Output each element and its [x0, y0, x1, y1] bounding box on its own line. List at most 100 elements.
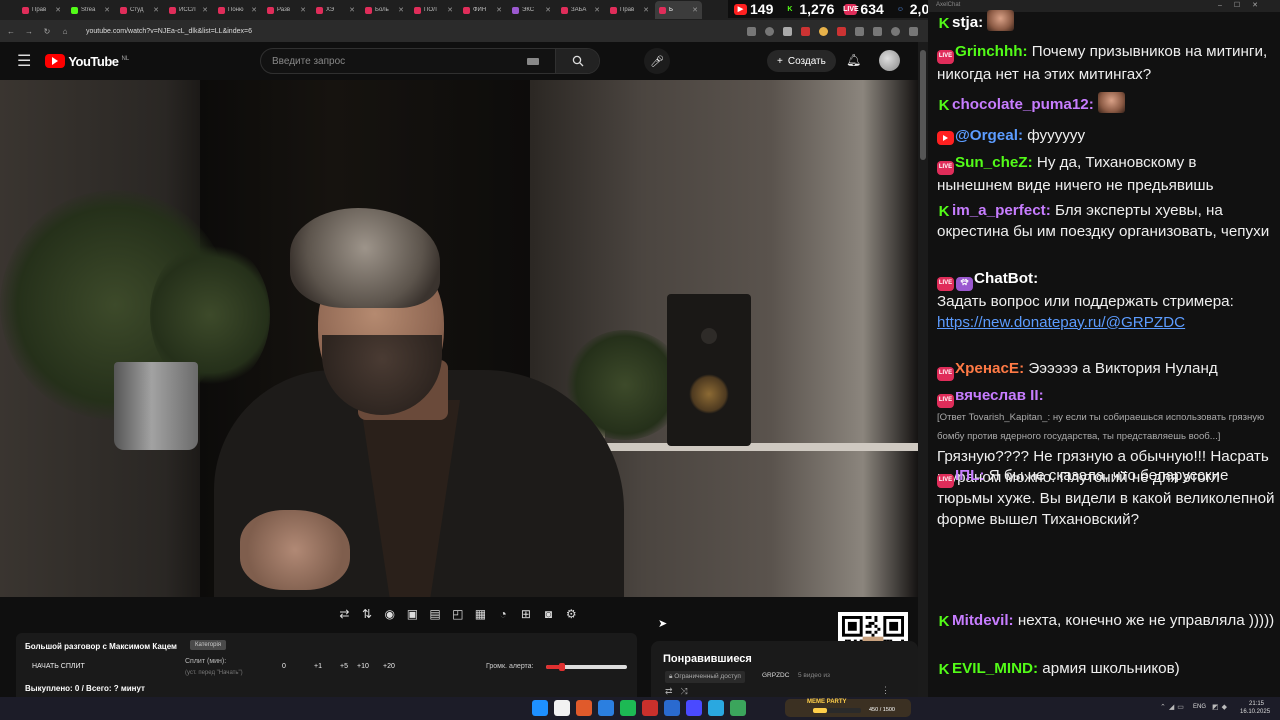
cinema-mode-icon[interactable]: ▦ [469, 603, 492, 625]
browser-tab[interactable]: ПОЛ ✕ [410, 1, 457, 19]
search-input[interactable] [272, 55, 527, 67]
browser-tab[interactable]: ЗАБА ✕ [557, 1, 604, 19]
create-button[interactable]: + Создать [767, 50, 836, 72]
tab-close-icon[interactable]: ✕ [643, 6, 649, 14]
sort-icon[interactable]: ⇅ [356, 603, 379, 625]
youtube-logo[interactable]: YouTube NL [45, 54, 129, 69]
window-controls[interactable]: –☐✕ [1218, 1, 1270, 9]
chat-username[interactable]: im_a_perfect [952, 202, 1046, 219]
reload-icon[interactable]: ↻ [42, 27, 52, 36]
settings-gear-icon[interactable]: ⚙ [560, 603, 583, 625]
menu-dots-icon[interactable] [909, 26, 918, 36]
tab-close-icon[interactable]: ✕ [55, 6, 61, 14]
chat-username[interactable]: вячеслав II [955, 387, 1039, 404]
chat-username[interactable]: chocolate_puma12 [952, 96, 1089, 113]
split-value[interactable]: 0 [282, 663, 286, 670]
tab-close-icon[interactable]: ✕ [104, 6, 110, 14]
more-options-icon[interactable]: ⋮ [881, 685, 890, 696]
tab-close-icon[interactable]: ✕ [496, 6, 502, 14]
hamburger-menu-icon[interactable]: ☰ [17, 51, 31, 71]
tray-icons[interactable]: ⌃◢▭ [1160, 703, 1187, 711]
tab-close-icon[interactable]: ✕ [153, 6, 159, 14]
tab-close-icon[interactable]: ✕ [594, 6, 600, 14]
split-add-20-button[interactable]: +20 [383, 663, 395, 670]
taskbar-app-icon[interactable] [730, 700, 746, 716]
browser-tab[interactable]: Студ ✕ [116, 1, 163, 19]
tray-status-icons[interactable]: ◩◆ [1212, 703, 1230, 711]
playlist-icon[interactable]: ▤ [424, 603, 447, 625]
taskbar-app-icon[interactable] [664, 700, 680, 716]
screenshot-icon[interactable]: ▣ [401, 603, 424, 625]
meme-party-widget[interactable]: MEME PARTY 450 / 1500 [785, 699, 911, 717]
extension-icon[interactable] [801, 26, 810, 36]
download-icon[interactable] [873, 26, 882, 36]
back-icon[interactable]: ← [6, 27, 16, 36]
video-player[interactable] [0, 80, 918, 597]
chat-username[interactable]: Grinchhh [955, 43, 1023, 60]
taskbar-app-icon[interactable] [576, 700, 592, 716]
shuffle-icon[interactable]: ⤨ [681, 686, 696, 696]
camera-icon[interactable]: ◙ [537, 603, 560, 625]
chat-username[interactable]: IПL [955, 467, 979, 484]
split-add-1-button[interactable]: +1 [314, 663, 322, 670]
taskbar-app-icon[interactable] [620, 700, 636, 716]
tab-close-icon[interactable]: ✕ [251, 6, 257, 14]
zoom-icon[interactable] [765, 26, 774, 36]
repeat-icon[interactable]: ⇄ [665, 686, 681, 696]
keyboard-icon[interactable] [527, 57, 539, 65]
add-icon[interactable]: ⊞ [515, 603, 538, 625]
page-scrollbar[interactable] [918, 42, 928, 697]
alert-volume-thumb[interactable] [559, 663, 566, 671]
taskbar-app-icon[interactable] [686, 700, 702, 716]
liked-playlist-title[interactable]: Понравившиеся [663, 653, 752, 665]
bookmark-star-icon[interactable] [783, 26, 792, 36]
profile-icon[interactable] [891, 26, 900, 36]
tab-close-icon[interactable]: ✕ [447, 6, 453, 14]
tab-close-icon[interactable]: ✕ [349, 6, 355, 14]
scrollbar-thumb[interactable] [920, 50, 926, 160]
taskbar-app-icon[interactable] [598, 700, 614, 716]
browser-tab[interactable]: Прав ✕ [606, 1, 653, 19]
input-language[interactable]: ENG [1193, 704, 1206, 710]
url-field[interactable]: youtube.com/watch?v=NJEa-cL_dlk&list=LL&… [86, 28, 739, 35]
start-split-button[interactable]: НАЧАТЬ СПЛИТ [32, 663, 85, 670]
taskbar-app-icon[interactable] [532, 700, 548, 716]
chat-username[interactable]: Sun_cheZ [955, 154, 1028, 171]
tab-close-icon[interactable]: ✕ [692, 6, 698, 14]
browser-tab[interactable]: Поню ✕ [214, 1, 261, 19]
taskbar-app-icon[interactable] [642, 700, 658, 716]
tab-close-icon[interactable]: ✕ [545, 6, 551, 14]
browser-tab[interactable]: ИССЛ ✕ [165, 1, 212, 19]
avatar[interactable] [879, 50, 900, 71]
tab-close-icon[interactable]: ✕ [202, 6, 208, 14]
chat-username[interactable]: EVIL_MIND [952, 660, 1033, 677]
search-button[interactable] [555, 49, 599, 73]
chat-username[interactable]: @Orgeal [955, 127, 1018, 144]
clock[interactable]: 21:15 16.10.2025 [1240, 700, 1270, 716]
donation-link[interactable]: https://new.donatepay.ru/@GRPZDC [937, 314, 1185, 331]
browser-tab[interactable]: Б ✕ [655, 1, 702, 19]
split-add-5-button[interactable]: +5 [340, 663, 348, 670]
puzzle-icon[interactable] [855, 26, 864, 36]
split-add-10-button[interactable]: +10 [357, 663, 369, 670]
browser-tab[interactable]: ФИН ✕ [459, 1, 506, 19]
browser-tab[interactable]: Боль ✕ [361, 1, 408, 19]
browser-tab[interactable]: Прав ✕ [18, 1, 65, 19]
home-icon[interactable]: ⌂ [60, 27, 70, 36]
speed-icon[interactable]: ◔ [492, 603, 515, 625]
browser-tab[interactable]: Strea ✕ [67, 1, 114, 19]
bell-icon[interactable]: 🔔︎ [846, 53, 861, 67]
browser-tab[interactable]: ЭКС ✕ [508, 1, 555, 19]
cast-icon[interactable] [747, 26, 756, 36]
adblock-icon[interactable] [837, 26, 846, 36]
chat-username[interactable]: Mitdevil [952, 612, 1009, 629]
profile-extension-icon[interactable] [819, 26, 828, 36]
mic-icon[interactable]: 🎤︎ [644, 48, 670, 74]
chat-username[interactable]: stja [952, 14, 978, 31]
chat-username[interactable]: ChatBot [974, 270, 1033, 287]
forward-icon[interactable]: → [24, 27, 34, 36]
tab-close-icon[interactable]: ✕ [398, 6, 404, 14]
browser-tab[interactable]: Разв ✕ [263, 1, 310, 19]
taskbar-app-icon[interactable] [708, 700, 724, 716]
tab-close-icon[interactable]: ✕ [300, 6, 306, 14]
